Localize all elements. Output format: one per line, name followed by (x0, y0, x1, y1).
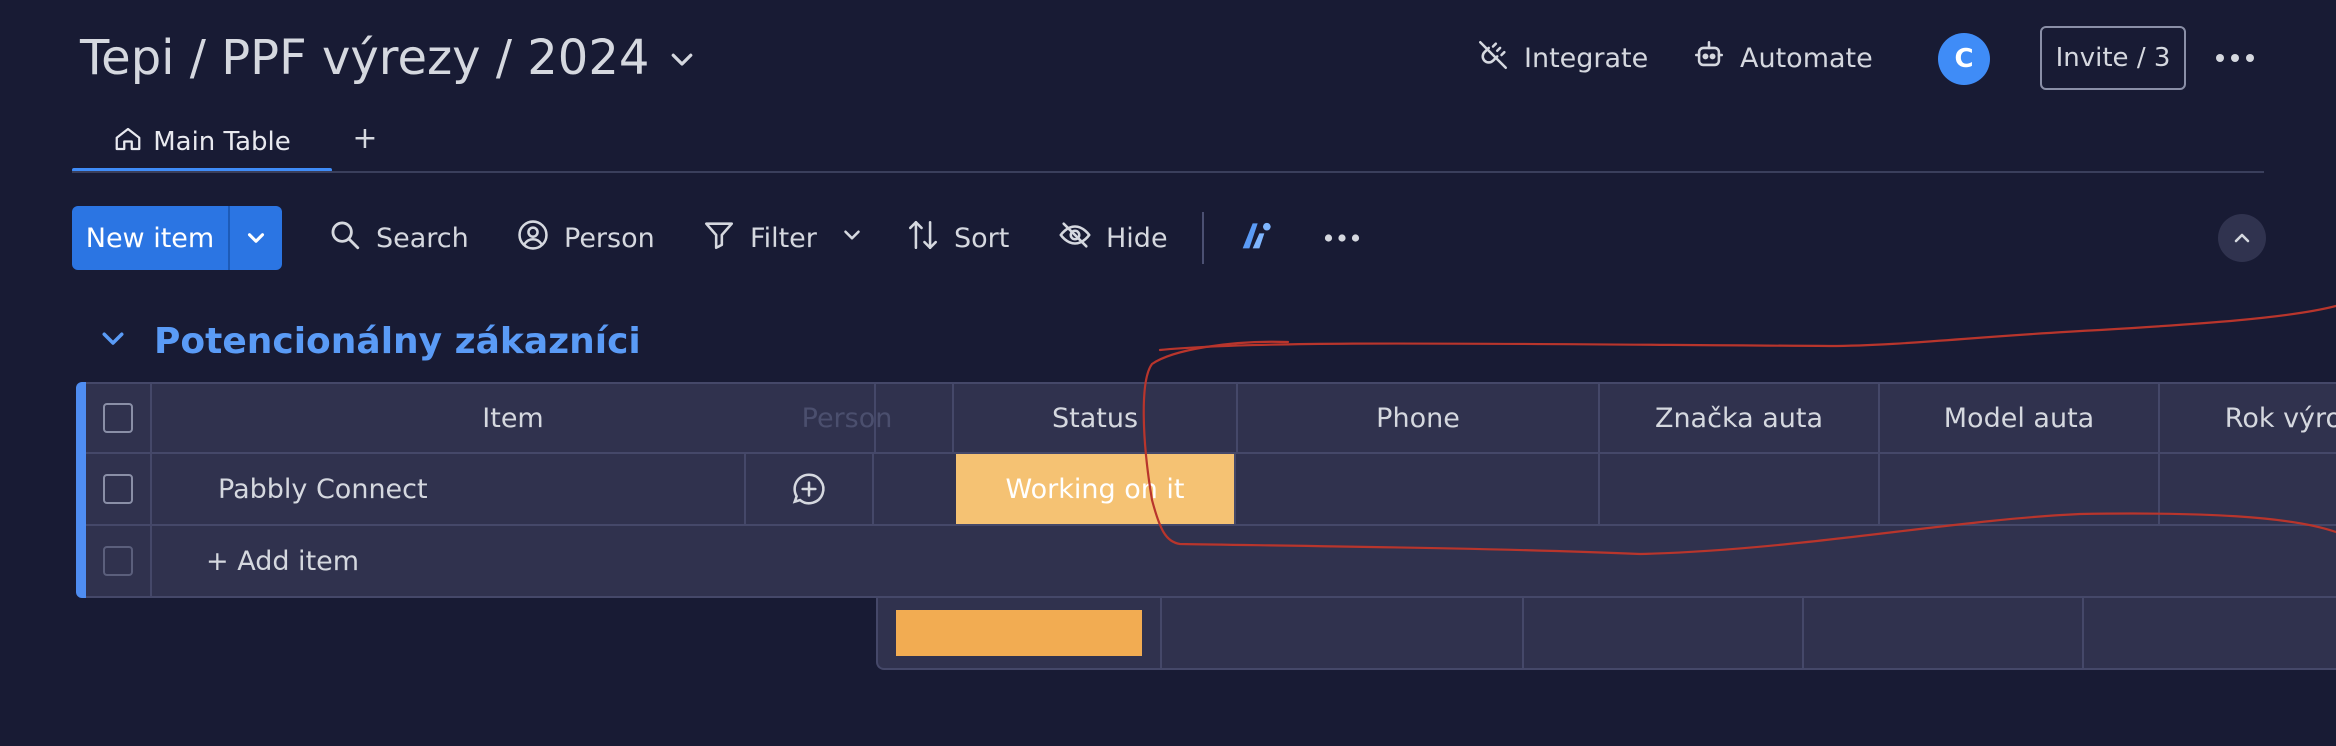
hide-label: Hide (1106, 222, 1168, 254)
column-brand-label: Značka auta (1654, 402, 1824, 434)
column-item-label: Item (482, 402, 544, 434)
sort-icon (906, 218, 940, 259)
automate-button[interactable]: Automate (1692, 34, 1873, 82)
add-item-input[interactable]: + Add item (152, 526, 2336, 596)
status-cell[interactable]: Working on it (956, 454, 1236, 524)
group-collapse-chevron-icon[interactable] (98, 321, 128, 362)
ai-sparkle-icon (1236, 215, 1276, 262)
status-summary-cell[interactable] (878, 598, 1162, 668)
person-filter-button[interactable]: Person (516, 210, 655, 266)
tabs-divider (72, 171, 2264, 173)
sort-label: Sort (954, 222, 1010, 254)
add-view-button[interactable]: + (350, 116, 380, 160)
integrate-button[interactable]: Integrate (1476, 34, 1648, 82)
column-header-person-ghost: Person (734, 384, 960, 452)
add-row-checkbox (103, 546, 133, 576)
column-person-label: Person (801, 402, 893, 434)
column-header-phone[interactable]: Phone (1238, 384, 1600, 452)
add-row-select-cell (86, 526, 152, 596)
year-cell[interactable] (2160, 454, 2336, 524)
collapse-header-button[interactable] (2218, 214, 2266, 262)
group-title[interactable]: Potencionálny zákazníci (154, 321, 641, 362)
user-avatar[interactable]: C (1938, 33, 1990, 85)
filter-button[interactable]: Filter (702, 210, 865, 266)
column-year-label: Rok výroby (2224, 402, 2336, 434)
eye-hidden-icon (1058, 218, 1092, 259)
search-button[interactable]: Search (328, 210, 469, 266)
home-icon (113, 124, 143, 161)
item-name[interactable]: Pabbly Connect (218, 474, 428, 505)
column-model-label: Model auta (1943, 402, 2095, 434)
person-label: Person (564, 222, 655, 254)
brand-cell[interactable] (1600, 454, 1880, 524)
plug-icon (1476, 38, 1510, 79)
person-icon (516, 218, 550, 259)
model-cell[interactable] (1880, 454, 2160, 524)
more-options-icon[interactable] (2210, 40, 2260, 76)
board-title-dropdown[interactable]: Tepi / PPF výrezy / 2024 (80, 26, 697, 90)
select-all-cell (86, 384, 152, 452)
group-header[interactable]: Potencionálny zákazníci (98, 316, 641, 366)
board-page: Tepi / PPF výrezy / 2024 Integrate Autom… (0, 0, 2336, 746)
ai-assistant-button[interactable] (1236, 210, 1276, 266)
group-table: Item Person Status Phone Značka auta Mod… (76, 382, 2336, 598)
filter-icon (702, 218, 736, 259)
board-title: Tepi / PPF výrezy / 2024 (80, 30, 650, 86)
group-summary-row (876, 598, 2336, 670)
column-header-year[interactable]: Rok výroby (2160, 384, 2336, 452)
add-item-label[interactable]: + Add item (206, 546, 359, 577)
table-header-row: Item Person Status Phone Značka auta Mod… (86, 382, 2336, 454)
group-color-bar (76, 382, 86, 598)
status-label: Working on it (1005, 473, 1185, 505)
brand-summary-cell (1524, 598, 1804, 668)
hide-button[interactable]: Hide (1058, 210, 1168, 266)
phone-summary-cell (1162, 598, 1524, 668)
search-icon (328, 218, 362, 259)
column-header-brand[interactable]: Značka auta (1600, 384, 1880, 452)
row-select-cell (86, 454, 152, 524)
chevron-down-icon (667, 30, 697, 86)
item-name-cell[interactable]: Pabbly Connect (152, 454, 746, 524)
sort-button[interactable]: Sort (906, 210, 1009, 266)
phone-cell[interactable] (1238, 454, 1600, 524)
column-header-status[interactable]: Status (952, 384, 1238, 452)
person-cell[interactable] (874, 454, 956, 524)
robot-icon (1692, 38, 1726, 79)
filter-label: Filter (750, 222, 817, 254)
model-summary-cell (1804, 598, 2084, 668)
automate-label: Automate (1740, 42, 1873, 74)
row-checkbox[interactable] (103, 474, 133, 504)
search-label: Search (376, 222, 469, 254)
add-update-icon (792, 473, 825, 505)
column-phone-label: Phone (1376, 402, 1460, 434)
invite-button[interactable]: Invite / 3 (2040, 26, 2186, 90)
new-item-dropdown[interactable] (228, 206, 282, 270)
conversation-cell[interactable] (746, 454, 874, 524)
tab-main-label: Main Table (153, 127, 291, 157)
filter-dropdown-chevron-icon[interactable] (839, 222, 865, 255)
table-row[interactable]: Pabbly Connect Working on it (86, 454, 2336, 526)
new-item-button[interactable]: New item (72, 206, 282, 270)
add-item-row[interactable]: + Add item (86, 526, 2336, 598)
integrate-label: Integrate (1524, 42, 1649, 74)
column-status-label: Status (1051, 402, 1139, 434)
status-summary-bar (896, 610, 1142, 656)
year-summary-cell (2084, 598, 2336, 668)
tab-main-table[interactable]: Main Table (72, 112, 332, 172)
toolbar-more-icon[interactable] (1324, 210, 1360, 266)
select-all-checkbox[interactable] (103, 403, 133, 433)
toolbar-divider (1202, 212, 1204, 264)
column-header-model[interactable]: Model auta (1880, 384, 2160, 452)
chevron-up-icon (2234, 233, 2250, 243)
new-item-label: New item (85, 222, 215, 254)
chevron-down-icon (247, 233, 265, 243)
